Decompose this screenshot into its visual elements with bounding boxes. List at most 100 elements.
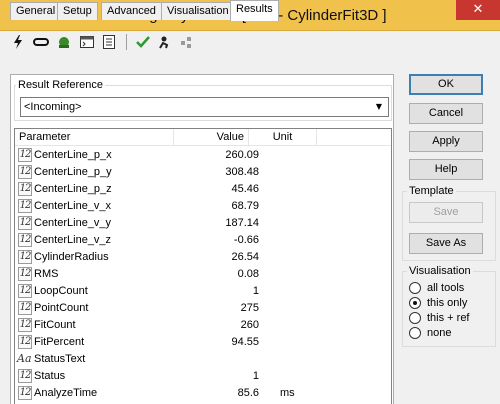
tab-results[interactable]: Results xyxy=(230,0,279,21)
visualisation-option[interactable]: this only xyxy=(409,295,467,310)
parameter-value: 0.08 xyxy=(237,268,259,280)
toolbar-separator xyxy=(126,34,127,50)
apply-button[interactable]: Apply xyxy=(409,131,483,152)
ok-button[interactable]: OK xyxy=(409,74,483,95)
numeric-type-icon: 12 xyxy=(18,335,32,349)
numeric-type-icon: 12 xyxy=(18,318,32,332)
list-icon[interactable] xyxy=(100,33,118,51)
numeric-type-icon: 12 xyxy=(18,386,32,400)
parameter-name: CenterLine_p_x xyxy=(34,149,112,161)
numeric-type-icon: 12 xyxy=(18,165,32,179)
parameter-value: 187.14 xyxy=(225,217,259,229)
check-icon[interactable] xyxy=(134,33,152,51)
table-row[interactable]: 12 LoopCount 1 xyxy=(15,283,391,300)
result-reference-select[interactable]: <Incoming> ▼ xyxy=(20,97,389,117)
parameter-name: CylinderRadius xyxy=(34,251,109,263)
radio-button[interactable] xyxy=(409,281,421,294)
numeric-type-icon: 12 xyxy=(18,369,32,383)
radio-button[interactable] xyxy=(409,296,421,309)
parameter-name: RMS xyxy=(34,268,59,280)
parameter-name: AnalyzeTime xyxy=(34,387,98,399)
console-icon[interactable] xyxy=(78,33,96,51)
tab-visualisation[interactable]: Visualisation xyxy=(161,2,235,20)
column-header-unit[interactable]: Unit xyxy=(249,129,317,146)
visualisation-option[interactable]: none xyxy=(409,325,451,340)
parameter-value: 1 xyxy=(252,370,259,382)
radio-label: none xyxy=(427,326,452,339)
numeric-type-icon: 12 xyxy=(18,216,32,230)
table-row[interactable]: 12 CenterLine_v_y 187.14 xyxy=(15,215,391,232)
parameter-name: StatusText xyxy=(34,353,86,365)
table-row[interactable]: 12 RMS 0.08 xyxy=(15,266,391,283)
tab-general[interactable]: General xyxy=(10,2,62,20)
parameter-name: LoopCount xyxy=(34,285,88,297)
string-type-icon: Aa xyxy=(17,352,32,365)
radio-button[interactable] xyxy=(409,326,421,339)
lightning-icon[interactable] xyxy=(9,33,27,51)
visualisation-option[interactable]: this + ref xyxy=(409,310,470,325)
table-header: Parameter Value Unit xyxy=(15,129,391,146)
radio-label: this only xyxy=(427,296,468,309)
radio-button[interactable] xyxy=(409,311,421,324)
tab-setup[interactable]: Setup xyxy=(57,2,98,20)
parameter-unit: ms xyxy=(280,387,295,399)
parameter-name: PointCount xyxy=(34,302,89,314)
table-row[interactable]: 12 CenterLine_v_z -0.66 xyxy=(15,232,391,249)
result-reference-value: <Incoming> xyxy=(24,101,82,113)
table-row[interactable]: 12 FitCount 260 xyxy=(15,317,391,334)
link-icon[interactable] xyxy=(32,33,50,51)
numeric-type-icon: 12 xyxy=(18,267,32,281)
numeric-type-icon: 12 xyxy=(18,301,32,315)
table-row[interactable]: 12 CenterLine_p_z 45.46 xyxy=(15,181,391,198)
tab-advanced[interactable]: Advanced xyxy=(101,2,162,20)
save-as-button[interactable]: Save As xyxy=(409,233,483,254)
arrange-icon[interactable] xyxy=(178,33,196,51)
numeric-type-icon: 12 xyxy=(18,233,32,247)
table-row[interactable]: 12 Status 1 xyxy=(15,368,391,385)
run-icon[interactable] xyxy=(155,33,173,51)
parameter-name: CenterLine_v_z xyxy=(34,234,112,246)
parameter-value: 85.6 xyxy=(237,387,259,399)
parameter-value: 275 xyxy=(240,302,259,314)
table-row[interactable]: 12 AnalyzeTime 85.6 ms xyxy=(15,385,391,402)
radio-label: this + ref xyxy=(427,311,470,324)
parameter-value: -0.66 xyxy=(233,234,259,246)
template-label: Template xyxy=(407,185,456,197)
parameter-value: 68.79 xyxy=(231,200,259,212)
visualisation-option[interactable]: all tools xyxy=(409,280,464,295)
table-row[interactable]: Aa StatusText xyxy=(15,351,391,368)
parameter-value: 26.54 xyxy=(231,251,259,263)
parameter-name: CenterLine_p_z xyxy=(34,183,112,195)
parameter-value: 260 xyxy=(240,319,259,331)
toolbar xyxy=(0,31,500,53)
numeric-type-icon: 12 xyxy=(18,199,32,213)
table-row[interactable]: 12 CenterLine_p_y 308.48 xyxy=(15,164,391,181)
save-button[interactable]: Save xyxy=(409,202,483,223)
parameter-name: CenterLine_v_y xyxy=(34,217,112,229)
chevron-down-icon[interactable]: ▼ xyxy=(372,100,386,114)
close-button[interactable]: ✕ xyxy=(456,0,500,20)
help-button[interactable]: Help xyxy=(409,159,483,180)
column-header-value[interactable]: Value xyxy=(174,129,249,146)
column-header-parameter[interactable]: Parameter xyxy=(15,129,174,146)
table-row[interactable]: 12 CylinderRadius 26.54 xyxy=(15,249,391,266)
visualisation-label: Visualisation xyxy=(407,265,473,277)
plugin-icon[interactable] xyxy=(55,33,73,51)
parameter-value: 260.09 xyxy=(225,149,259,161)
results-table: Parameter Value Unit 12 CenterLine_p_x 260… xyxy=(14,128,392,404)
parameter-value: 308.48 xyxy=(225,166,259,178)
table-row[interactable]: 12 PointCount 275 xyxy=(15,300,391,317)
numeric-type-icon: 12 xyxy=(18,250,32,264)
parameter-value: 45.46 xyxy=(231,183,259,195)
cancel-button[interactable]: Cancel xyxy=(409,103,483,124)
parameter-name: FitPercent xyxy=(34,336,85,348)
table-row[interactable]: 12 FitPercent 94.55 xyxy=(15,334,391,351)
parameter-name: Status xyxy=(34,370,66,382)
radio-label: all tools xyxy=(427,281,465,294)
parameter-name: CenterLine_p_y xyxy=(34,166,112,178)
numeric-type-icon: 12 xyxy=(18,148,32,162)
table-row[interactable]: 12 CenterLine_p_x 260.09 xyxy=(15,147,391,164)
table-row[interactable]: 12 CenterLine_v_x 68.79 xyxy=(15,198,391,215)
parameter-value: 94.55 xyxy=(231,336,259,348)
parameter-name: CenterLine_v_x xyxy=(34,200,112,212)
